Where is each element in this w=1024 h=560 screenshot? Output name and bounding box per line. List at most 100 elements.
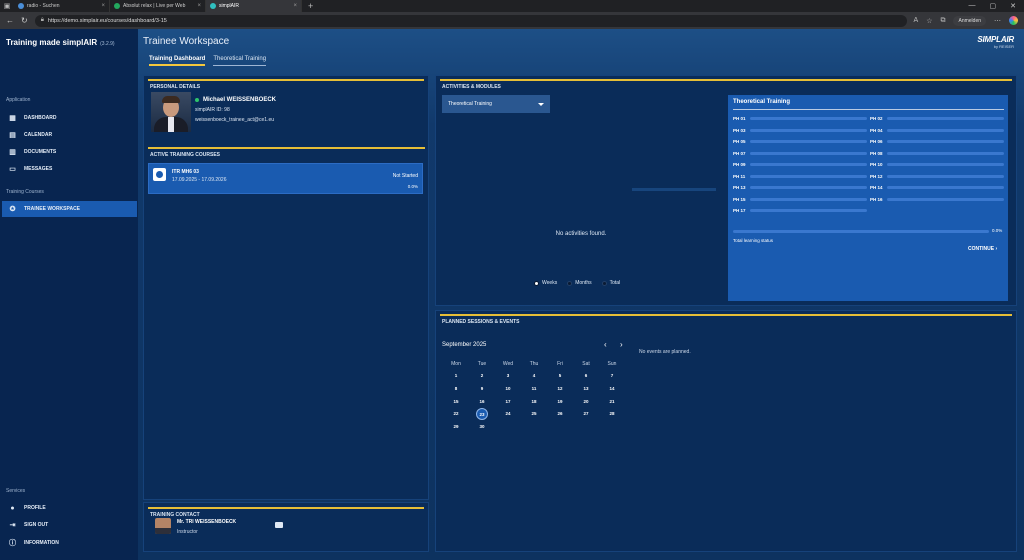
range-option-total[interactable]: Total [601, 280, 620, 286]
phase-item[interactable]: PH 04 [870, 128, 1004, 133]
sidebar-item-messages[interactable]: ▭ MESSAGES [2, 161, 137, 177]
close-icon[interactable]: × [197, 3, 201, 9]
back-icon[interactable]: ← [6, 16, 14, 25]
phase-item[interactable]: PH 09 [733, 162, 867, 167]
calendar-day[interactable]: 16 [476, 396, 488, 408]
phase-item[interactable]: PH 13 [733, 185, 867, 190]
favorite-icon[interactable]: ☆ [926, 17, 932, 25]
phase-label: PH 04 [870, 127, 883, 133]
chat-icon[interactable] [275, 522, 283, 528]
browser-tab[interactable]: Absolut relax | Live per Web × [110, 0, 206, 12]
calendar-day[interactable]: 25 [528, 408, 540, 420]
phase-item[interactable]: PH 16 [870, 197, 1004, 202]
calendar-day[interactable]: 24 [502, 408, 514, 420]
calendar-day[interactable]: 9 [476, 383, 488, 395]
sidebar-item-documents[interactable]: ▥ DOCUMENTS [2, 144, 137, 160]
phase-item[interactable]: PH 14 [870, 185, 1004, 190]
calendar-day[interactable]: 20 [580, 396, 592, 408]
tab-training-dashboard[interactable]: Training Dashboard [149, 56, 206, 66]
chevron-right-icon[interactable]: › [620, 340, 623, 349]
range-option-months[interactable]: Months [567, 280, 592, 286]
calendar-day[interactable]: 10 [502, 383, 514, 395]
new-tab-button[interactable]: + [302, 1, 319, 11]
phase-item[interactable]: PH 07 [733, 151, 867, 156]
calendar-day[interactable]: 6 [580, 370, 592, 382]
activities-panel: ACTIVITIES & MODULES Theoretical Trainin… [435, 75, 1017, 306]
sidebar-item-calendar[interactable]: ▤ CALENDAR [2, 127, 137, 143]
phase-item[interactable]: PH 08 [870, 151, 1004, 156]
calendar-day[interactable]: 15 [450, 396, 462, 408]
calendar-day-today[interactable]: 23 [476, 408, 488, 421]
activity-type-select[interactable]: Theoretical Training [442, 95, 550, 113]
read-aloud-icon[interactable]: A [914, 17, 919, 24]
calendar-day[interactable]: 3 [502, 370, 514, 382]
simplair-favicon-icon [210, 3, 216, 9]
close-icon[interactable]: × [293, 3, 297, 9]
address-bar[interactable]: 🔒︎ https://demo.simplair.eu/courses/dash… [34, 14, 907, 27]
calendar-day[interactable]: 30 [476, 421, 488, 433]
maximize-icon[interactable]: ▢ [990, 2, 997, 10]
calendar-day[interactable]: 13 [580, 383, 592, 395]
sidebar-item-label: CALENDAR [24, 132, 53, 138]
sidebar-item-trainee-workspace[interactable]: ✪ TRAINEE WORKSPACE [2, 201, 137, 217]
calendar-month: September 2025 [442, 342, 487, 348]
phase-item[interactable]: PH 17 [733, 208, 867, 213]
calendar-day[interactable]: 5 [554, 370, 566, 382]
calendar-day[interactable]: 12 [554, 383, 566, 395]
window-close-icon[interactable]: ✕ [1010, 2, 1016, 10]
calendar-day[interactable]: 4 [528, 370, 540, 382]
more-icon[interactable]: ⋯ [994, 17, 1001, 25]
calendar-day[interactable]: 2 [476, 370, 488, 382]
phase-item[interactable]: PH 12 [870, 174, 1004, 179]
tab-theoretical-training[interactable]: Theoretical Training [213, 56, 267, 66]
phase-item[interactable]: PH 01 [733, 116, 867, 121]
minimize-icon[interactable]: — [969, 2, 976, 10]
phase-item[interactable]: PH 10 [870, 162, 1004, 167]
calendar-day[interactable]: 18 [528, 396, 540, 408]
sidebar-item-information[interactable]: ⓘ INFORMATION [2, 535, 137, 551]
calendar-day[interactable]: 7 [606, 370, 618, 382]
continue-button[interactable]: CONTINUE › [968, 246, 997, 252]
sidebar-item-profile[interactable]: ● PROFILE [2, 500, 137, 516]
contact-role: Instructor [177, 529, 198, 535]
calendar-day[interactable]: 1 [450, 370, 462, 382]
phase-progress-bar [750, 174, 867, 178]
calendar-day[interactable]: 29 [450, 421, 462, 433]
phase-item[interactable]: PH 05 [733, 139, 867, 144]
window-menu-icon[interactable]: ▣ [0, 0, 14, 12]
calendar-day[interactable]: 28 [606, 408, 618, 420]
phase-item[interactable]: PH 15 [733, 197, 867, 202]
calendar-day[interactable]: 8 [450, 383, 462, 395]
logo-text: SIMPLAIR [977, 35, 1014, 44]
browser-tab[interactable]: radio - Suchen × [14, 0, 110, 12]
sidebar-item-sign-out[interactable]: ⇥ SIGN OUT [2, 517, 137, 533]
course-card[interactable]: ITR MH6 03 17.09.2025 - 17.09.2026 Not S… [148, 163, 423, 194]
theoretical-training-card: Theoretical Training PH 01 PH 02 PH 03 PH 0… [728, 95, 1008, 301]
sign-out-icon: ⇥ [9, 522, 16, 529]
sign-in-button[interactable]: Anmelden [953, 15, 986, 26]
calendar-day[interactable]: 11 [528, 383, 540, 395]
calendar-day[interactable]: 26 [554, 408, 566, 420]
browser-tab-active[interactable]: simplAIR × [206, 0, 302, 12]
trainee-name: Michael WEISSENBOECK [195, 97, 276, 103]
range-option-weeks[interactable]: Weeks [534, 280, 557, 286]
radio-icon [567, 280, 573, 286]
calendar-day[interactable]: 27 [580, 408, 592, 420]
info-icon: ⓘ [9, 540, 16, 547]
reload-icon[interactable]: ↻ [21, 16, 28, 25]
calendar-day[interactable]: 21 [606, 396, 618, 408]
phase-item[interactable]: PH 02 [870, 116, 1004, 121]
phase-item[interactable]: PH 11 [733, 174, 867, 179]
calendar-day[interactable]: 22 [450, 408, 462, 420]
sidebar-item-dashboard[interactable]: ▦ DASHBOARD [2, 110, 137, 126]
contact-panel: TRAINING CONTACT Mr. TRI WEISSENBOECK In… [143, 502, 429, 552]
chevron-left-icon[interactable]: ‹ [604, 340, 607, 349]
calendar-day[interactable]: 19 [554, 396, 566, 408]
phase-item[interactable]: PH 03 [733, 128, 867, 133]
calendar-day[interactable]: 17 [502, 396, 514, 408]
close-icon[interactable]: × [101, 3, 105, 9]
copilot-icon[interactable] [1009, 16, 1018, 25]
phase-item[interactable]: PH 06 [870, 139, 1004, 144]
calendar-day[interactable]: 14 [606, 383, 618, 395]
collections-icon[interactable]: ⧉ [940, 17, 945, 25]
